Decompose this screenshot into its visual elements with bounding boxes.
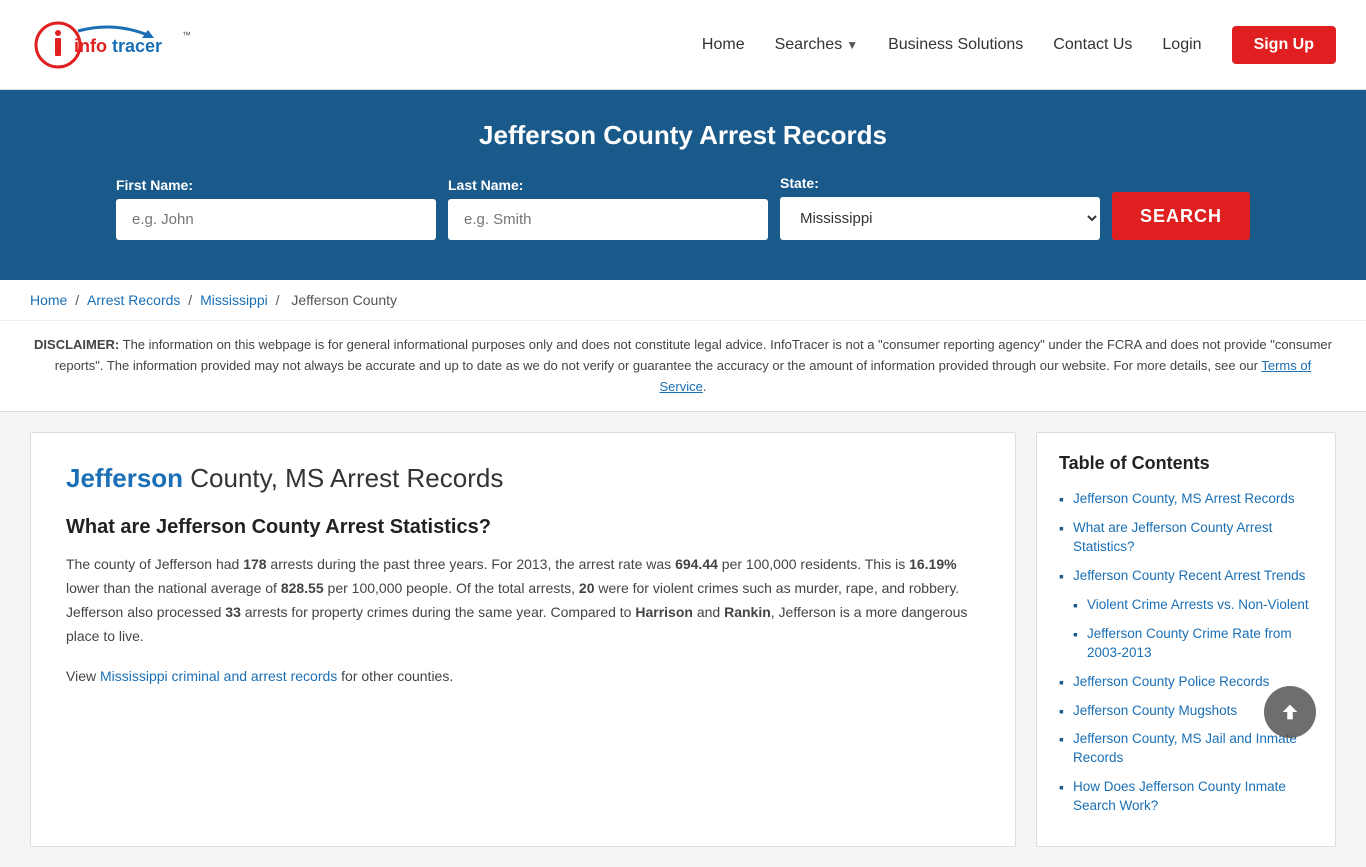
toc-link[interactable]: Violent Crime Arrests vs. Non-Violent [1087, 597, 1309, 612]
breadcrumb-home[interactable]: Home [30, 292, 67, 308]
site-header: info tracer ™ Home Searches ▼ Business S… [0, 0, 1366, 90]
svg-text:info: info [74, 36, 107, 56]
toc-item: Jefferson County Police Records [1059, 673, 1313, 692]
toc-item: Jefferson County, MS Arrest Records [1059, 490, 1313, 509]
statistics-heading: What are Jefferson County Arrest Statist… [66, 516, 980, 539]
nav-business-solutions[interactable]: Business Solutions [888, 36, 1023, 54]
state-group: State: Mississippi Alabama Alaska Arizon… [780, 175, 1100, 240]
toc-link[interactable]: Jefferson County, MS Jail and Inmate Rec… [1073, 731, 1297, 765]
disclaimer-text: The information on this webpage is for g… [55, 337, 1332, 373]
breadcrumb-arrest-records[interactable]: Arrest Records [87, 292, 180, 308]
toc-link[interactable]: Jefferson County Crime Rate from 2003-20… [1087, 626, 1292, 660]
first-name-label: First Name: [116, 177, 193, 193]
first-name-group: First Name: [116, 177, 436, 240]
state-select[interactable]: Mississippi Alabama Alaska Arizona Arkan… [780, 197, 1100, 240]
nav-signup[interactable]: Sign Up [1232, 26, 1336, 64]
toc-link[interactable]: Jefferson County Recent Arrest Trends [1073, 568, 1305, 583]
toc-link[interactable]: Jefferson County Police Records [1073, 674, 1269, 689]
disclaimer-section: DISCLAIMER: The information on this webp… [0, 321, 1366, 412]
toc-link[interactable]: What are Jefferson County Arrest Statist… [1073, 520, 1272, 554]
county1: Harrison [635, 604, 693, 620]
article-title-highlight: Jefferson [66, 463, 183, 493]
table-of-contents: Table of Contents Jefferson County, MS A… [1036, 432, 1336, 847]
arrest-rate: 694.44 [675, 556, 718, 572]
svg-text:tracer: tracer [112, 36, 162, 56]
chevron-down-icon: ▼ [846, 38, 858, 52]
toc-item: Jefferson County Recent Arrest Trends [1059, 567, 1313, 586]
records-link-paragraph: View Mississippi criminal and arrest rec… [66, 665, 980, 689]
breadcrumb-jefferson-county: Jefferson County [291, 292, 397, 308]
nav-searches[interactable]: Searches ▼ [775, 36, 858, 54]
last-name-input[interactable] [448, 199, 768, 240]
toc-item: Jefferson County, MS Jail and Inmate Rec… [1059, 730, 1313, 768]
article-title: Jefferson County, MS Arrest Records [66, 463, 980, 494]
search-button[interactable]: SEARCH [1112, 192, 1250, 240]
arrests-count: 178 [243, 556, 266, 572]
last-name-label: Last Name: [448, 177, 523, 193]
lower-percent: 16.19% [909, 556, 956, 572]
violent-count: 20 [579, 580, 595, 596]
toc-link[interactable]: How Does Jefferson County Inmate Search … [1073, 779, 1286, 813]
state-label: State: [780, 175, 819, 191]
toc-item: What are Jefferson County Arrest Statist… [1059, 519, 1313, 557]
toc-item: Jefferson County Crime Rate from 2003-20… [1059, 625, 1313, 663]
toc-link[interactable]: Jefferson County Mugshots [1073, 703, 1237, 718]
page-title: Jefferson County Arrest Records [40, 120, 1326, 151]
county2: Rankin [724, 604, 771, 620]
search-form: First Name: Last Name: State: Mississipp… [40, 175, 1326, 240]
nav-home[interactable]: Home [702, 36, 745, 54]
toc-item: Violent Crime Arrests vs. Non-Violent [1059, 596, 1313, 615]
article-title-rest: County, MS Arrest Records [183, 463, 503, 493]
main-article: Jefferson County, MS Arrest Records What… [30, 432, 1016, 847]
national-average: 828.55 [281, 580, 324, 596]
last-name-group: Last Name: [448, 177, 768, 240]
toc-item: How Does Jefferson County Inmate Search … [1059, 778, 1313, 816]
toc-title: Table of Contents [1059, 453, 1313, 474]
breadcrumb-mississippi[interactable]: Mississippi [200, 292, 268, 308]
first-name-input[interactable] [116, 199, 436, 240]
toc-list: Jefferson County, MS Arrest Records What … [1059, 490, 1313, 816]
content-wrapper: Jefferson County, MS Arrest Records What… [0, 412, 1366, 867]
disclaimer-label: DISCLAIMER: [34, 337, 119, 352]
back-to-top-button[interactable] [1264, 686, 1316, 738]
toc-link[interactable]: Jefferson County, MS Arrest Records [1073, 491, 1295, 506]
hero-section: Jefferson County Arrest Records First Na… [0, 90, 1366, 280]
property-count: 33 [225, 604, 241, 620]
nav-contact-us[interactable]: Contact Us [1053, 36, 1132, 54]
nav-login[interactable]: Login [1162, 36, 1201, 54]
logo[interactable]: info tracer ™ [30, 16, 200, 74]
statistics-paragraph: The county of Jefferson had 178 arrests … [66, 553, 980, 648]
ms-records-link[interactable]: Mississippi criminal and arrest records [100, 668, 337, 684]
main-nav: Home Searches ▼ Business Solutions Conta… [702, 26, 1336, 64]
breadcrumb: Home / Arrest Records / Mississippi / Je… [0, 280, 1366, 321]
svg-text:™: ™ [182, 30, 191, 40]
